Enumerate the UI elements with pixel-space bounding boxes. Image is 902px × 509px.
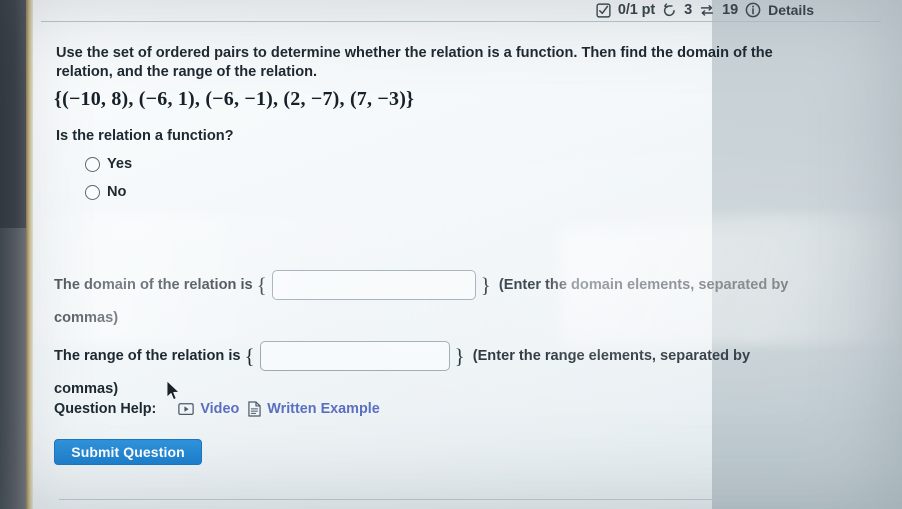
video-play-icon: [178, 402, 195, 416]
range-answer-row: The range of the relation is { } (Enter …: [54, 340, 874, 400]
range-hint-continued: commas): [54, 380, 119, 397]
header-divider: [41, 21, 881, 22]
submit-question-button[interactable]: Submit Question: [54, 439, 202, 465]
radio-option-yes[interactable]: Yes: [85, 156, 132, 172]
monitor-edge-highlight: [26, 0, 33, 509]
question-status-bar: 0/1 pt 3 19 Details: [596, 2, 814, 18]
info-circle-icon[interactable]: [745, 2, 761, 18]
footer-divider: [59, 499, 902, 500]
details-link[interactable]: Details: [768, 2, 814, 18]
radio-option-no[interactable]: No: [85, 184, 126, 200]
range-hint-text: (Enter the range elements, separated by: [472, 347, 751, 364]
range-close-brace: }: [454, 344, 465, 368]
video-help-label: Video: [200, 401, 240, 417]
monitor-bezel-left-lower: [0, 228, 26, 509]
score-text: 0/1 pt: [617, 2, 656, 18]
radio-label-no: No: [107, 184, 127, 200]
question-prompt: Use the set of ordered pairs to determin…: [56, 45, 773, 80]
exchange-arrows-icon: [699, 3, 715, 18]
domain-close-brace: }: [480, 273, 491, 297]
video-help-link[interactable]: Video: [178, 401, 239, 417]
question-card: 0/1 pt 3 19 Details Use the set of order…: [33, 0, 902, 509]
document-page-icon: [248, 401, 261, 417]
radio-label-yes: Yes: [107, 156, 133, 172]
domain-input[interactable]: [271, 270, 476, 301]
checked-box-icon: [596, 2, 611, 18]
written-example-link[interactable]: Written Example: [248, 401, 380, 417]
screen-photo: 0/1 pt 3 19 Details Use the set of order…: [0, 0, 902, 509]
ordered-pairs-set: {(−10, 8), (−6, 1), (−6, −1), (2, −7), (…: [54, 88, 415, 110]
domain-hint-continued: commas): [54, 309, 119, 326]
domain-open-brace: {: [256, 273, 267, 297]
question-help-label: Question Help:: [54, 401, 157, 417]
range-input[interactable]: [259, 341, 450, 372]
range-open-brace: {: [244, 344, 255, 368]
views-count: 19: [722, 2, 739, 18]
sub-question-text: Is the relation a function?: [56, 128, 234, 144]
radio-circle-icon[interactable]: [85, 184, 100, 200]
question-help-row: Question Help: Video Written Example: [54, 401, 380, 417]
domain-answer-row: The domain of the relation is { } (Enter…: [54, 269, 874, 329]
radio-circle-icon[interactable]: [85, 156, 100, 172]
domain-answer-label: The domain of the relation is: [54, 276, 253, 293]
domain-hint-text: (Enter the domain elements, separated by: [498, 276, 789, 293]
undo-circular-arrow-icon: [662, 2, 677, 18]
written-example-label: Written Example: [267, 401, 380, 417]
range-answer-label: The range of the relation is: [54, 347, 241, 364]
attempts-count: 3: [684, 2, 693, 18]
